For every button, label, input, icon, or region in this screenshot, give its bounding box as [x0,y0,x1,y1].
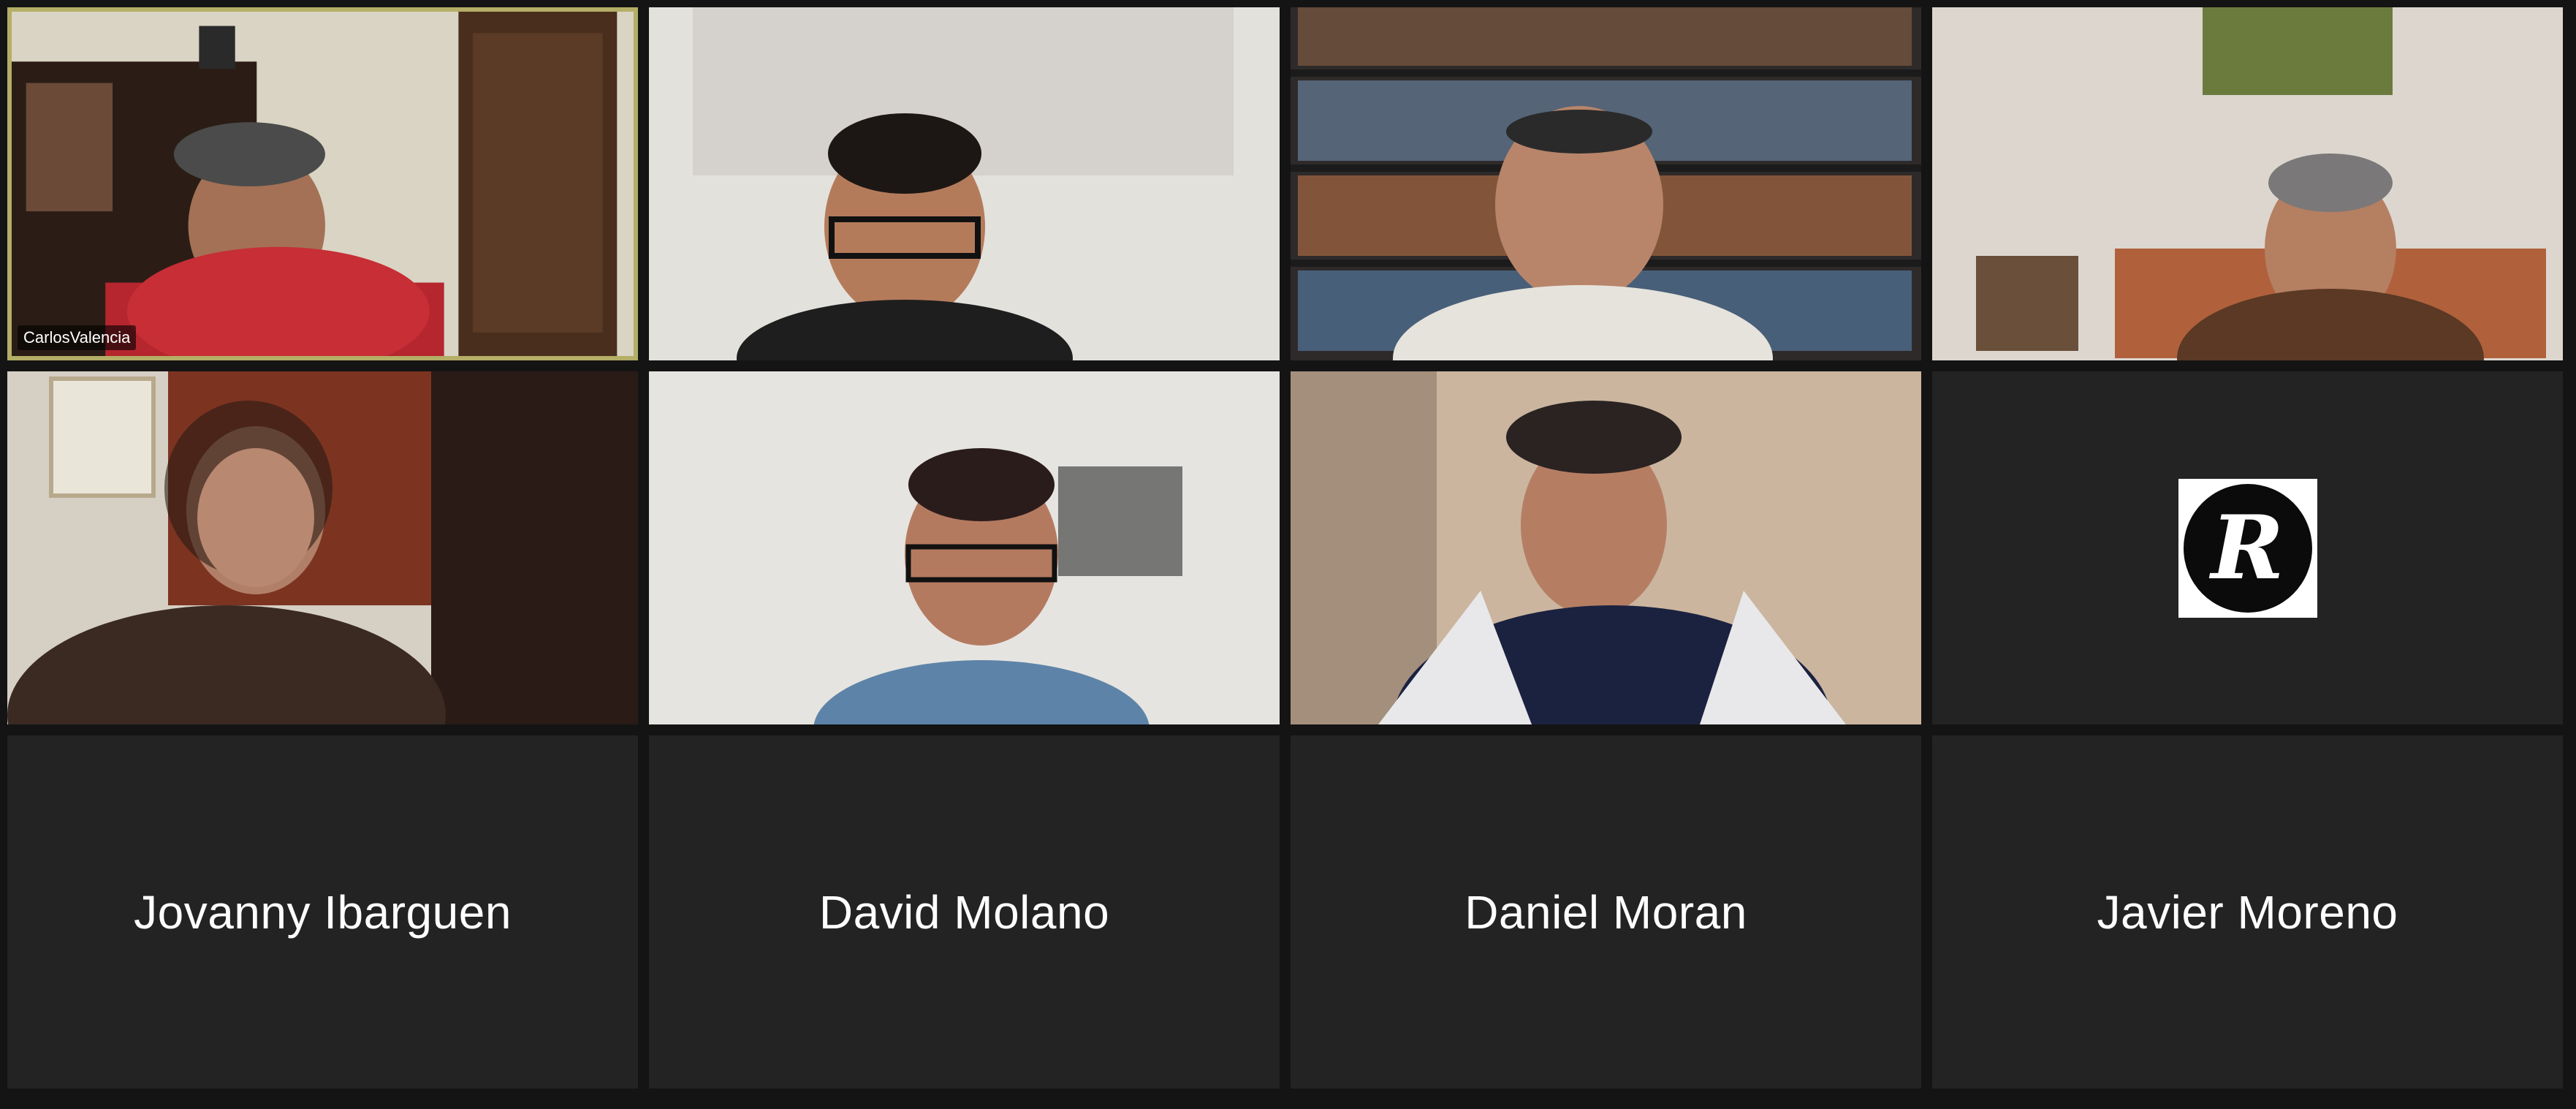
participant-tile-javier-moreno[interactable]: Javier Moreno [1932,735,2563,1089]
participant-tile-6[interactable] [649,371,1280,724]
participant-tile-4[interactable] [1932,7,2563,360]
participant-tile-carlos-valencia[interactable]: CarlosValencia [7,7,638,360]
participant-video-4 [1932,7,2563,360]
participant-video-carlos-valencia [12,12,634,356]
participant-tile-jovanny-ibarguen[interactable]: Jovanny Ibarguen [7,735,638,1089]
participant-name-tag: CarlosValencia [18,325,137,350]
r-logo-icon: R [2183,483,2312,613]
participant-tile-5[interactable] [7,371,638,724]
participant-tile-2[interactable] [649,7,1280,360]
participant-avatar: R [2178,478,2317,618]
participant-video-2 [649,7,1280,360]
participant-video-5 [7,371,638,724]
participant-tile-3[interactable] [1291,7,1921,360]
participant-video-3 [1291,7,1921,360]
participant-tile-daniel-moran[interactable]: Daniel Moran [1291,735,1921,1089]
participant-tile-7[interactable] [1291,371,1921,724]
participant-tile-david-molano[interactable]: David Molano [649,735,1280,1089]
participant-video-6 [649,371,1280,724]
participant-tile-8[interactable]: R [1932,371,2563,724]
participant-video-7 [1291,371,1921,724]
participant-name: Javier Moreno [2097,885,2398,939]
participant-name: Jovanny Ibarguen [134,885,512,939]
participant-name: Daniel Moran [1464,885,1747,939]
participant-name: David Molano [818,885,1110,939]
gallery-view: CarlosValencia R Jovanny Ibarguen David … [0,0,2576,1109]
